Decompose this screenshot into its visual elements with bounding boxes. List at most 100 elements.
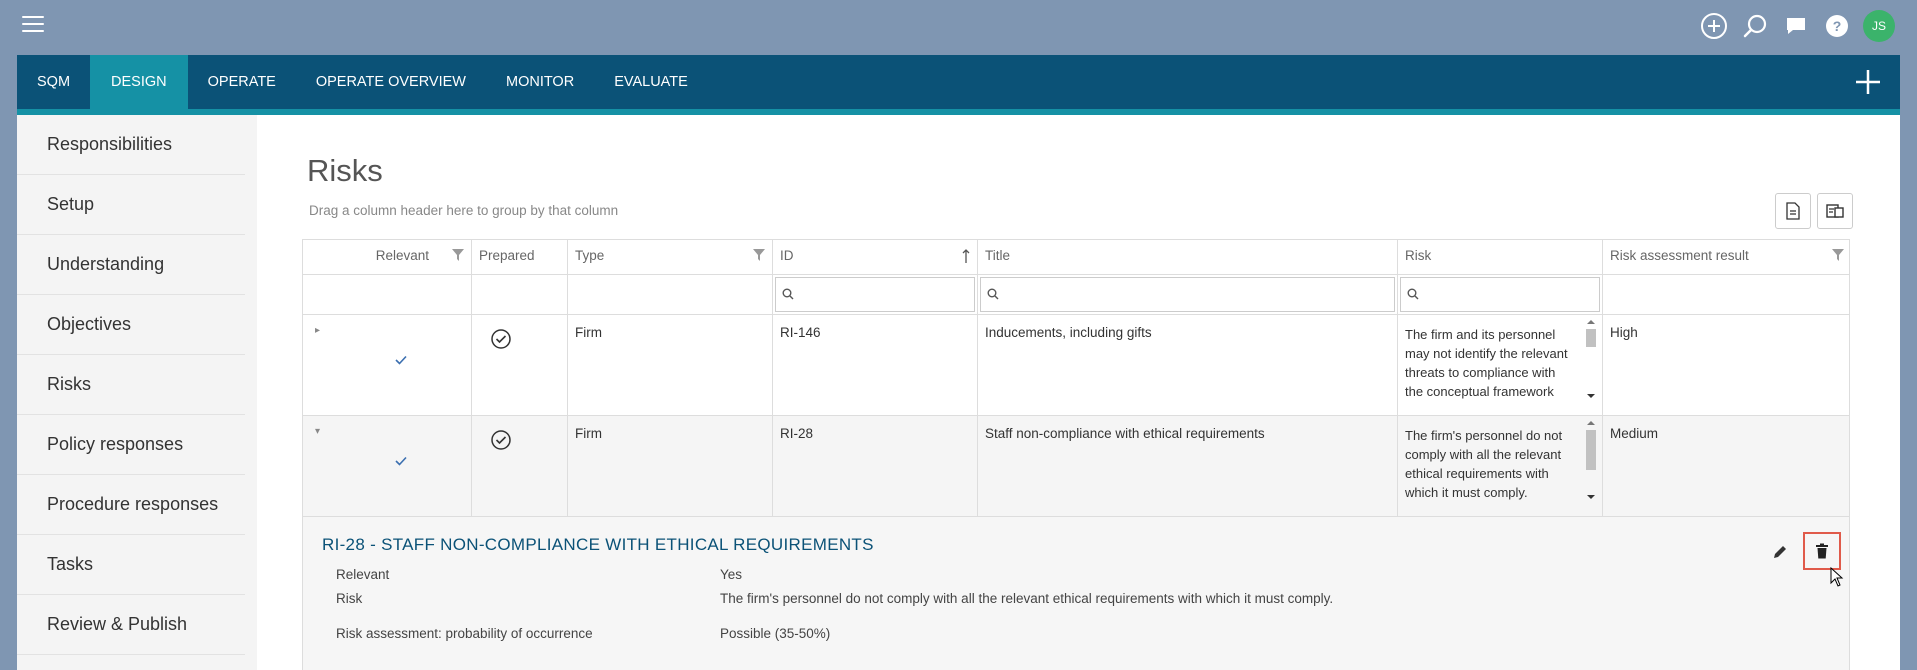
relevant-cell: ▾ (303, 416, 472, 516)
sidebar-item-policy-responses[interactable]: Policy responses (17, 415, 245, 475)
title-cell: Inducements, including gifts (978, 315, 1398, 415)
sidebar-item-setup[interactable]: Setup (17, 175, 245, 235)
main-content: Risks Drag a column header here to group… (257, 115, 1900, 670)
column-header-title[interactable]: Title (978, 240, 1398, 274)
filter-cell (1603, 275, 1849, 314)
detail-title: RI-28 - STAFF NON-COMPLIANCE WITH ETHICA… (322, 535, 874, 554)
filter-icon[interactable] (451, 248, 465, 262)
pencil-icon (1774, 546, 1786, 558)
search-icon (987, 288, 999, 300)
tab-operate[interactable]: OPERATE (188, 55, 296, 109)
grid-header-row: Relevant Prepared Type ID Title Risk Ris… (303, 240, 1849, 275)
column-header-label: ID (780, 248, 794, 263)
filter-cell (1398, 275, 1603, 314)
filter-cell (568, 275, 773, 314)
top-icons: ? JS (1699, 10, 1895, 42)
sidebar-item-tasks[interactable]: Tasks (17, 535, 245, 595)
filter-icon[interactable] (1831, 248, 1845, 262)
sort-ascending-icon[interactable] (961, 248, 971, 264)
detail-value-probability: Possible (35-50%) (720, 626, 831, 641)
group-by-hint[interactable]: Drag a column header here to group by th… (309, 203, 618, 218)
plus-icon[interactable] (1852, 66, 1884, 98)
table-row[interactable]: ▾ Firm RI-28 Staff non-compliance with e… (303, 416, 1849, 517)
column-header-prepared[interactable]: Prepared (472, 240, 568, 274)
column-header-label: Type (575, 248, 605, 263)
tab-sqm[interactable]: SQM (17, 55, 90, 109)
add-circle-icon[interactable] (1699, 11, 1729, 41)
sidebar-item-procedure-responses[interactable]: Procedure responses (17, 475, 245, 535)
sidebar-item-responsibilities[interactable]: Responsibilities (17, 115, 245, 175)
filter-cell (303, 275, 472, 314)
mouse-cursor-icon (1830, 567, 1844, 587)
title-search-input[interactable] (980, 277, 1395, 312)
help-icon[interactable]: ? (1822, 11, 1852, 41)
column-header-label: Title (985, 248, 1011, 263)
column-header-label: Prepared (479, 248, 535, 263)
risk-cell: The firm's personnel do not comply with … (1398, 416, 1603, 516)
filter-icon[interactable] (752, 248, 766, 262)
risk-text: The firm's personnel do not comply with … (1405, 428, 1563, 500)
filter-cell (472, 275, 568, 314)
tab-design[interactable]: DESIGN (90, 55, 188, 109)
detail-value-relevant: Yes (720, 567, 743, 582)
id-search-input[interactable] (775, 277, 975, 312)
check-icon (395, 456, 407, 466)
sidebar-item-understanding[interactable]: Understanding (17, 235, 245, 295)
page-title: Risks (307, 153, 383, 188)
risk-text: The firm and its personnel may not ident… (1405, 327, 1568, 399)
tab-operate-overview[interactable]: OPERATE OVERVIEW (296, 55, 486, 109)
type-cell: Firm (568, 315, 773, 415)
risk-search-input[interactable] (1400, 277, 1600, 312)
sidebar: Responsibilities Setup Understanding Obj… (17, 115, 257, 670)
prepared-cell (472, 416, 568, 516)
detail-label-relevant: Relevant (336, 567, 390, 582)
risks-grid: Relevant Prepared Type ID Title Risk Ris… (302, 239, 1850, 670)
risk-cell-scrollbar[interactable] (1584, 418, 1598, 502)
id-cell: RI-146 (773, 315, 978, 415)
avatar[interactable]: JS (1863, 10, 1895, 42)
search-icon[interactable] (1740, 11, 1770, 41)
collapse-row-icon[interactable]: ▾ (315, 426, 320, 437)
detail-label-risk: Risk (336, 591, 363, 606)
sidebar-item-risks[interactable]: Risks (17, 355, 245, 415)
grid-filter-row (303, 275, 1849, 315)
column-header-risk-assessment-result[interactable]: Risk assessment result (1603, 240, 1849, 274)
chat-icon[interactable] (1781, 11, 1811, 41)
sidebar-item-review-publish[interactable]: Review & Publish (17, 595, 245, 655)
expand-row-icon[interactable]: ▸ (315, 325, 320, 336)
column-header-label: Risk (1405, 248, 1432, 263)
column-header-risk[interactable]: Risk (1398, 240, 1603, 274)
sidebar-item-objectives[interactable]: Objectives (17, 295, 245, 355)
search-icon (1407, 288, 1419, 300)
detail-label-probability: Risk assessment: probability of occurren… (336, 626, 593, 641)
trash-icon (1816, 543, 1828, 559)
edit-button[interactable] (1771, 543, 1793, 565)
relevant-cell: ▸ (303, 315, 472, 415)
column-chooser-button[interactable] (1817, 193, 1853, 229)
column-header-relevant[interactable]: Relevant (303, 240, 472, 274)
row-detail-panel: RI-28 - STAFF NON-COMPLIANCE WITH ETHICA… (303, 517, 1849, 670)
column-chooser-icon (1826, 204, 1844, 218)
export-excel-button[interactable] (1775, 193, 1811, 229)
column-header-id[interactable]: ID (773, 240, 978, 274)
column-header-label: Relevant (375, 248, 429, 263)
result-cell: High (1610, 325, 1638, 340)
result-cell: Medium (1610, 426, 1659, 441)
column-header-label: Risk assessment result (1610, 248, 1749, 263)
prepared-cell (472, 315, 568, 415)
risk-cell-scrollbar[interactable] (1584, 317, 1598, 401)
tab-evaluate[interactable]: EVALUATE (594, 55, 708, 109)
filter-cell (978, 275, 1398, 314)
check-icon (395, 355, 407, 365)
check-circle-icon (491, 430, 511, 450)
detail-value-risk: The firm's personnel do not comply with … (720, 591, 1334, 606)
column-header-type[interactable]: Type (568, 240, 773, 274)
type-cell: Firm (568, 416, 773, 516)
hamburger-menu-icon[interactable] (22, 16, 44, 34)
delete-button[interactable] (1803, 532, 1841, 570)
tab-monitor[interactable]: MONITOR (486, 55, 594, 109)
id-cell: RI-28 (773, 416, 978, 516)
search-icon (782, 288, 794, 300)
table-row[interactable]: ▸ Firm RI-146 Inducements, including gif… (303, 315, 1849, 416)
export-file-icon (1786, 202, 1800, 220)
